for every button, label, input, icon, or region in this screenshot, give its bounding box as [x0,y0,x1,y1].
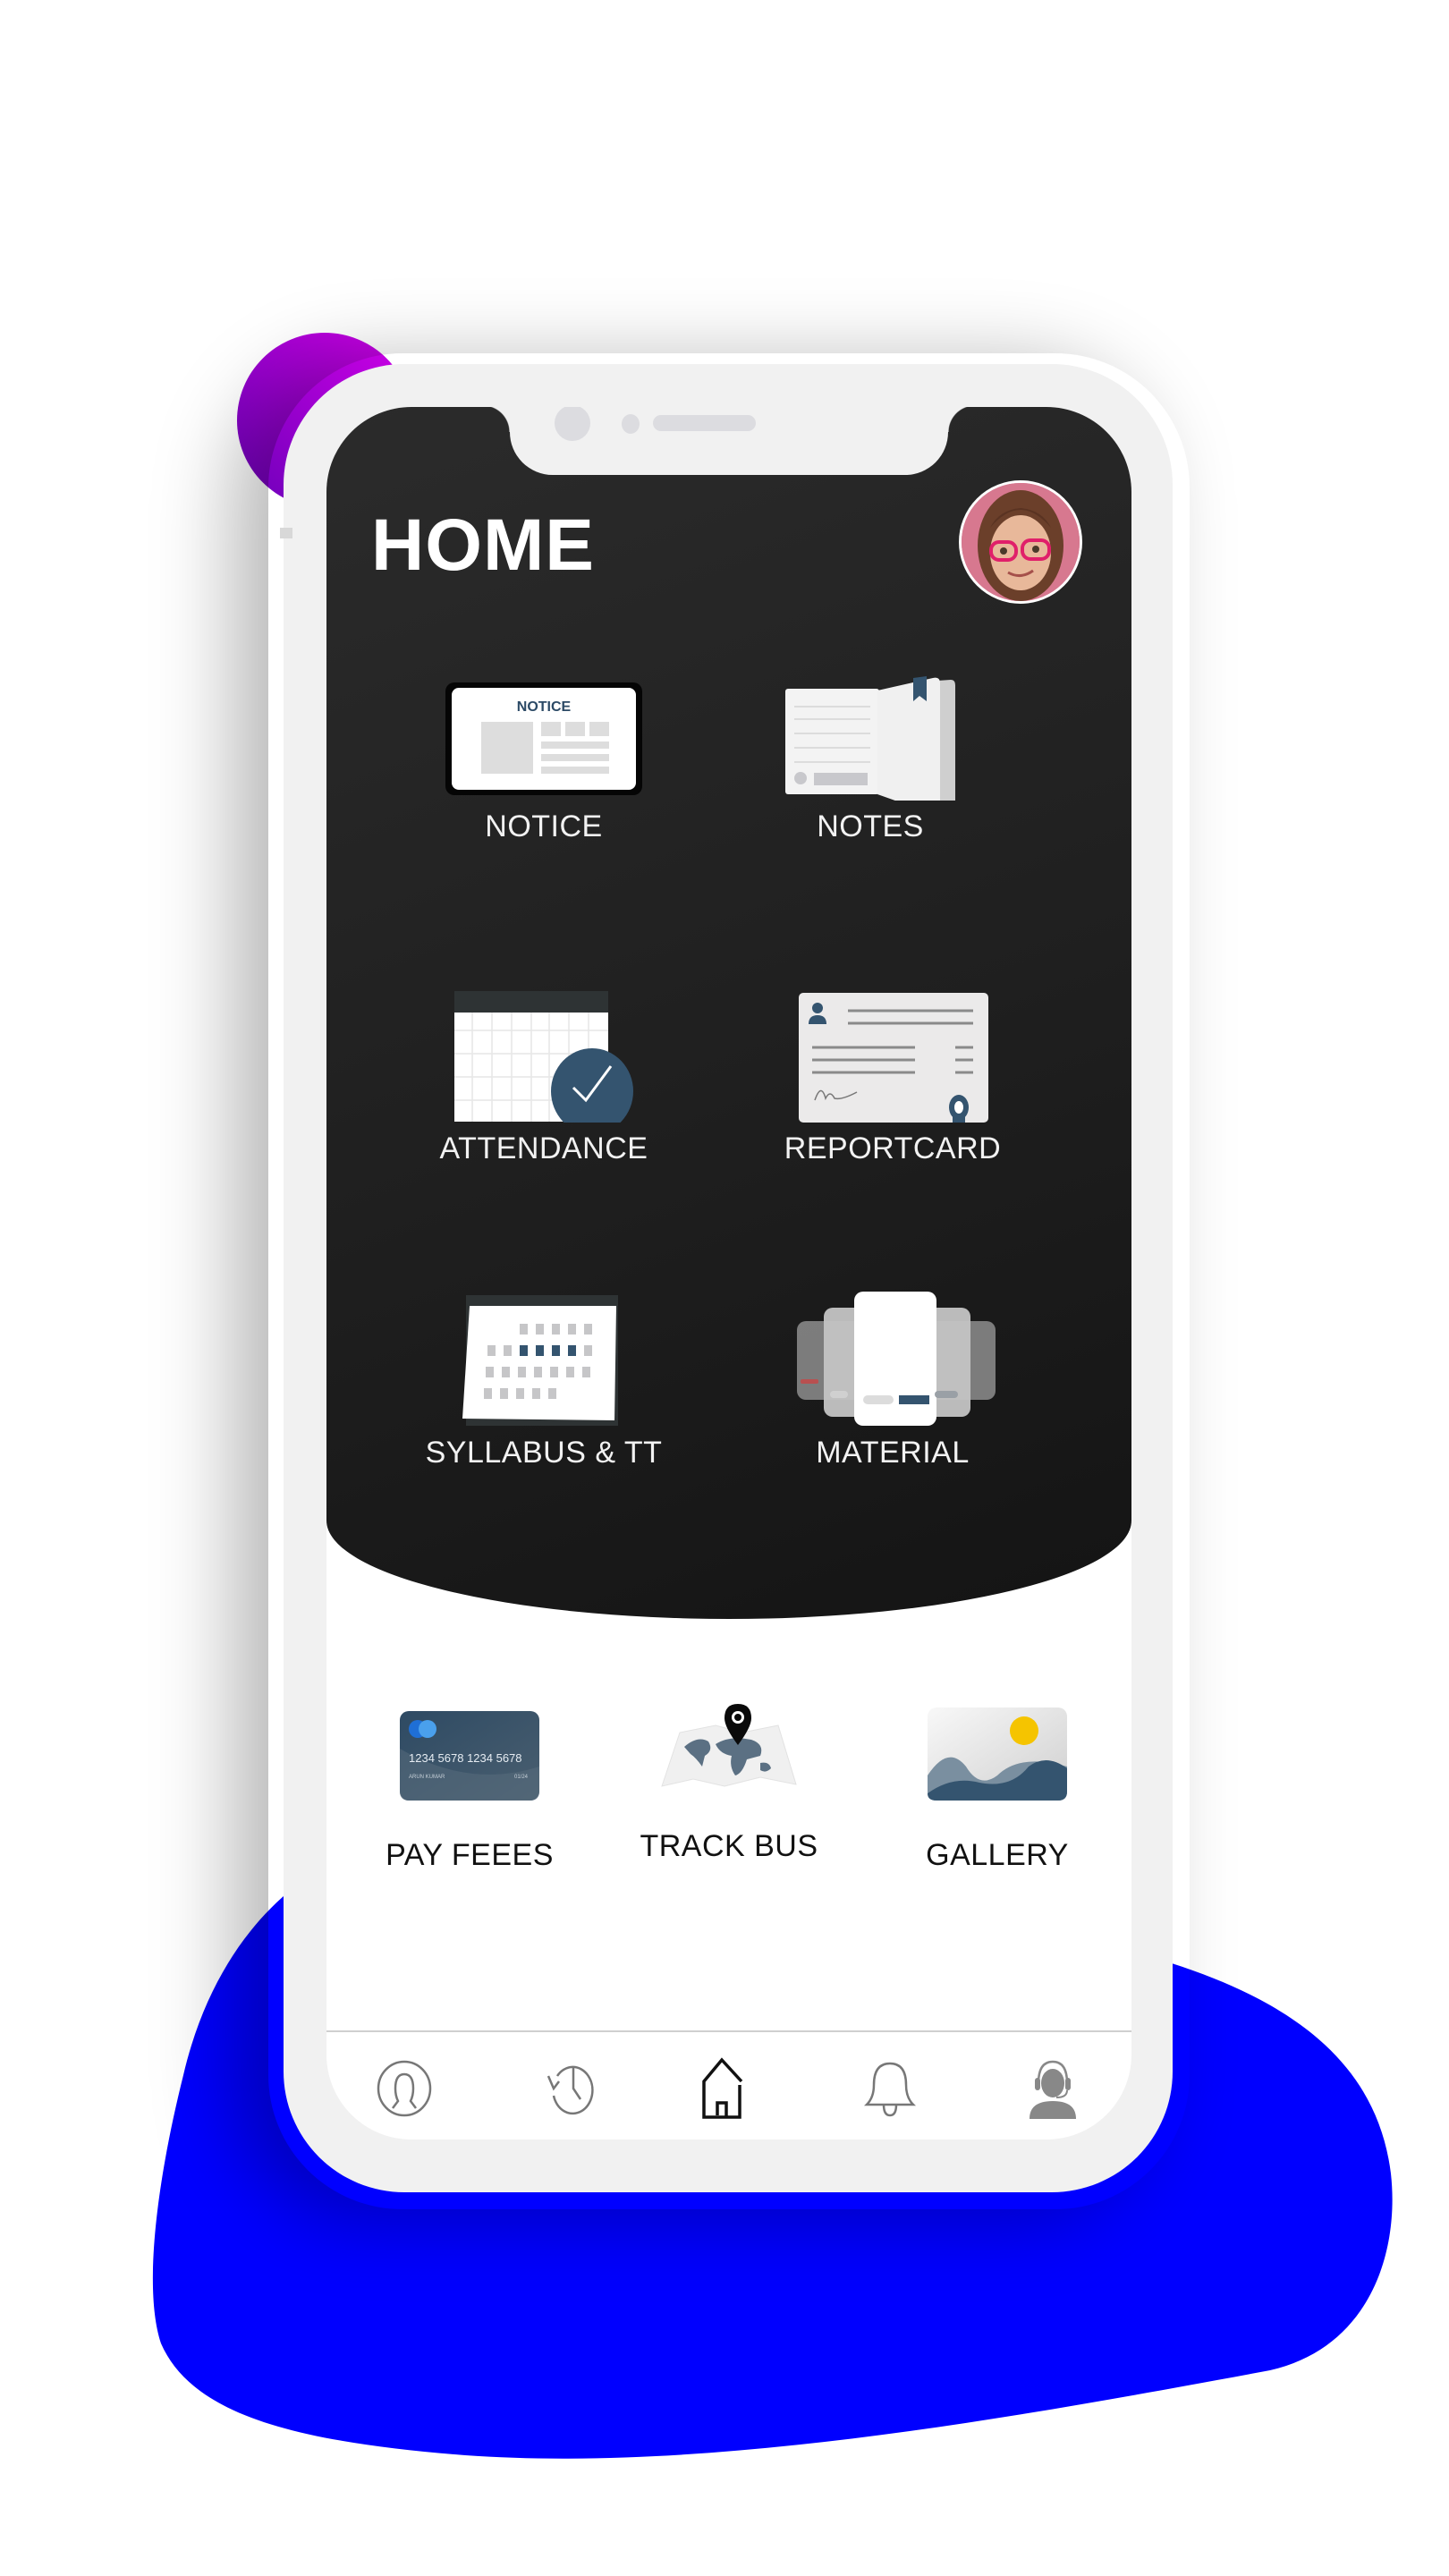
phone-side-button [280,528,292,538]
menu-label: ATTENDANCE [439,1131,648,1165]
menu-item-notice[interactable]: NOTICE NOTICE [410,675,678,844]
nav-support[interactable] [1017,2053,1089,2124]
menu-label: REPORTCARD [784,1131,1002,1165]
map-pin-icon [661,1704,797,1787]
nav-profile[interactable] [369,2053,440,2124]
bell-icon [863,2062,917,2117]
quick-action-label: TRACK BUS [640,1829,818,1863]
menu-label: NOTES [817,809,924,843]
nav-notifications[interactable] [854,2053,926,2124]
quick-action-label: GALLERY [926,1838,1069,1872]
svg-text:ARUN KUMAR: ARUN KUMAR [409,1775,445,1780]
menu-label: SYLLABUS & TT [425,1436,663,1470]
support-agent-icon [1030,2060,1076,2119]
speaker-grille [653,415,756,431]
attendance-calendar-icon [454,991,633,1123]
menu-item-notes[interactable]: NOTES [736,662,1004,844]
menu-label: NOTICE [485,809,603,843]
page-title: HOME [371,504,595,586]
svg-text:01/24: 01/24 [514,1775,529,1780]
home-icon [702,2057,743,2119]
svg-text:NOTICE: NOTICE [517,699,572,715]
camera-lens [555,407,590,441]
menu-item-material[interactable]: MATERIAL [758,1279,1027,1470]
bottom-nav-divider [326,2030,1131,2032]
menu-item-syllabus[interactable]: SYLLABUS & TT [410,1279,678,1470]
notebook-icon [785,676,955,801]
quick-action-label: PAY FEEES [386,1838,554,1872]
credit-card-icon: 1234 5678 1234 5678 ARUN KUMAR 01/24 [400,1711,539,1801]
notice-board-icon: NOTICE [445,682,642,795]
timetable-calendar-icon [462,1295,618,1426]
nav-history[interactable] [534,2053,606,2124]
phone-notch [483,407,975,475]
report-card-icon [799,993,988,1123]
history-icon [547,2065,594,2115]
profile-icon [377,2060,432,2117]
quick-action-track-bus[interactable]: TRACK BUS [613,1695,845,1864]
nav-home[interactable] [693,2053,765,2124]
svg-text:1234 5678 1234 5678: 1234 5678 1234 5678 [409,1751,522,1765]
material-cards-icon [797,1292,996,1426]
sensor-dot [622,414,640,434]
quick-action-gallery[interactable]: GALLERY [881,1704,1114,1873]
quick-action-pay-fees[interactable]: 1234 5678 1234 5678 ARUN KUMAR 01/24 PAY… [353,1704,586,1873]
menu-item-reportcard[interactable]: REPORTCARD [758,966,1027,1166]
student-avatar-icon [962,483,1080,601]
menu-item-attendance[interactable]: ATTENDANCE [410,966,678,1166]
avatar[interactable] [959,480,1082,604]
app-screen: HOME NOTICE NOTICE NOTES ATTENDANCE REPO… [326,407,1131,2140]
menu-label: MATERIAL [816,1436,970,1470]
image-gallery-icon [928,1707,1067,1801]
